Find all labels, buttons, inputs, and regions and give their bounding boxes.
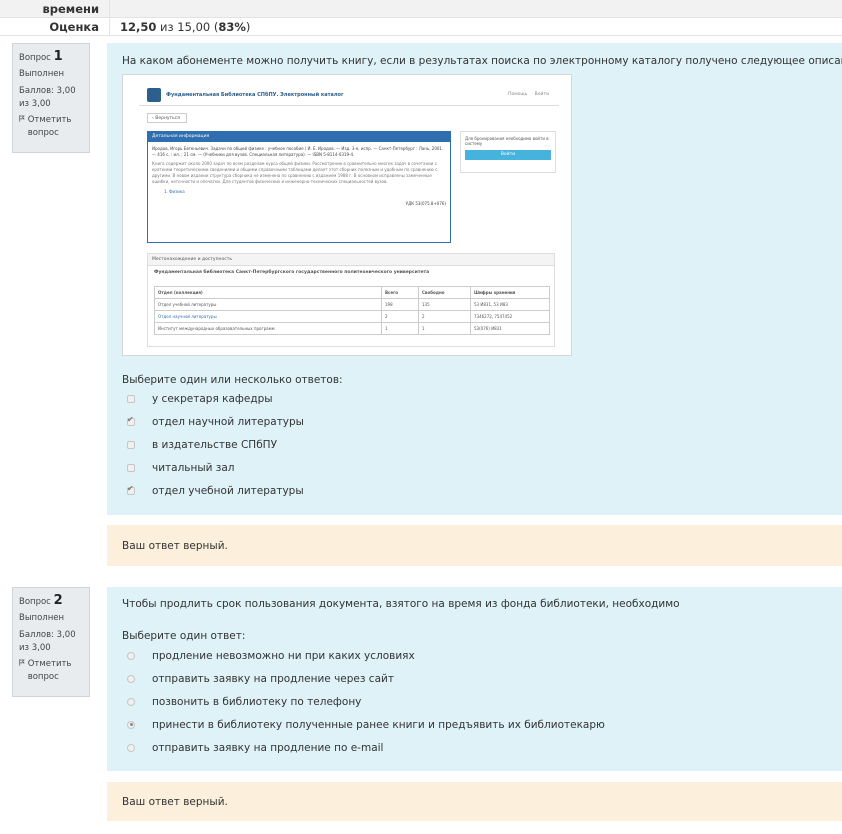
summary-row-grade: Оценка 12,50 из 15,00 (83%) — [0, 18, 842, 36]
catalog-login-box: Для бронирования необходимо войти в сист… — [460, 131, 556, 173]
radio[interactable] — [127, 720, 135, 729]
answer-options: продление невозможно ни при каких услови… — [122, 645, 605, 759]
library-logo-icon — [147, 88, 161, 102]
option-label: отправить заявку на продление через сайт — [152, 673, 394, 686]
catalog-record: Иродов, Игорь Евгеньевич. Задачи по обще… — [152, 146, 444, 157]
catalog-holdings-table: Отдел (коллекция) Всего Свободно Шифры х… — [154, 286, 550, 335]
question-label: Вопрос — [19, 597, 51, 607]
catalog-back-button: ‹ Вернуться — [147, 113, 187, 123]
checkbox[interactable] — [127, 440, 135, 449]
summary-grade-label: Оценка — [0, 18, 110, 35]
answer-prompt: Выберите один ответ: — [122, 630, 246, 642]
checkbox[interactable] — [127, 484, 135, 495]
option-label: в издательстве СПбПУ — [152, 438, 277, 451]
catalog-annotation: Книга содержит около 2000 задач по всем … — [152, 161, 438, 184]
answer-option[interactable]: отправить заявку на продление по e-mail — [122, 736, 605, 759]
attempt-summary: времени Оценка 12,50 из 15,00 (83%) — [0, 0, 842, 36]
option-label: продление невозможно ни при каких услови… — [152, 650, 415, 663]
option-label: принести в библиотеку полученные ранее к… — [152, 718, 605, 731]
answer-option[interactable]: отправить заявку на продление через сайт — [122, 668, 605, 691]
catalog-location-panel: Местонахождение и доступность Фундамента… — [147, 253, 555, 347]
question-1-info: Вопрос 1 Выполнен Баллов: 3,00 из 3,00 О… — [12, 43, 90, 153]
table-header: Свободно — [418, 286, 471, 299]
question-state: Выполнен — [19, 613, 65, 623]
question-2-info: Вопрос 2 Выполнен Баллов: 3,00 из 3,00 О… — [12, 587, 90, 697]
catalog-login-button: Войти — [465, 150, 551, 160]
option-label: у секретаря кафедры — [152, 393, 273, 406]
answer-option[interactable]: позвонить в библиотеку по телефону — [122, 691, 605, 714]
question-number: 1 — [53, 49, 63, 64]
table-row: Отдел научной литературы 2 2 7346272, 75474… — [154, 310, 550, 323]
question-2-feedback: Ваш ответ верный. — [107, 782, 842, 821]
checkbox[interactable] — [127, 463, 135, 472]
flag-question-button[interactable]: Отметить вопрос — [19, 114, 83, 140]
question-text: На каком абонементе можно получить книгу… — [122, 55, 842, 67]
answer-option[interactable]: читальный зал — [122, 456, 304, 479]
summary-grade-value: 12,50 из 15,00 (83%) — [120, 19, 251, 34]
question-number: 2 — [53, 593, 63, 608]
answer-prompt: Выберите один или несколько ответов: — [122, 374, 343, 386]
question-state: Выполнен — [19, 69, 65, 79]
question-text: Чтобы продлить срок пользования документ… — [122, 598, 680, 610]
catalog-location-header: Местонахождение и доступность — [148, 254, 554, 266]
summary-time-label: времени — [0, 0, 110, 17]
answer-option[interactable]: отдел учебной литературы — [122, 479, 304, 502]
question-1-feedback: Ваш ответ верный. — [107, 525, 842, 566]
answer-option[interactable]: принести в библиотеку полученные ранее к… — [122, 713, 605, 736]
question-2-content: Чтобы продлить срок пользования документ… — [107, 587, 842, 771]
answer-option[interactable]: отдел научной литературы — [122, 411, 304, 434]
radio[interactable] — [127, 697, 135, 706]
radio[interactable] — [127, 652, 135, 661]
checkbox[interactable] — [127, 415, 135, 427]
catalog-location-org: Фундаментальная библиотека Санкт-Петербу… — [154, 270, 430, 275]
radio[interactable] — [127, 743, 135, 752]
flag-icon — [19, 115, 25, 122]
table-header: Отдел (коллекция) — [154, 286, 382, 299]
option-label: отправить заявку на продление по e-mail — [152, 741, 384, 754]
catalog-udc: УДК 53(075.8+076) — [405, 201, 446, 206]
table-header: Шифры хранения — [470, 286, 550, 299]
catalog-header: Фундаментальная Библиотека СПбПУ. Электр… — [139, 85, 559, 106]
option-label: отдел научной литературы — [152, 416, 304, 429]
answer-option[interactable]: продление невозможно ни при каких услови… — [122, 645, 605, 668]
summary-row-time: времени — [0, 0, 842, 18]
catalog-panel-header: Детальная информация — [148, 132, 450, 142]
option-label: читальный зал — [152, 461, 235, 474]
radio[interactable] — [127, 675, 135, 684]
flag-label: Отметить вопрос — [27, 659, 72, 682]
flag-label: Отметить вопрос — [27, 115, 72, 138]
catalog-screenshot-image: Фундаментальная Библиотека СПбПУ. Электр… — [122, 74, 572, 356]
question-label: Вопрос — [19, 53, 51, 63]
catalog-links: Помощь Войти — [508, 92, 549, 97]
catalog-title: Фундаментальная Библиотека СПбПУ. Электр… — [166, 92, 344, 98]
answer-option[interactable]: у секретаря кафедры — [122, 388, 304, 411]
catalog-subject: 1. Физика — [164, 189, 185, 194]
catalog-detail-panel: Детальная информация Иродов, Игорь Евген… — [147, 131, 451, 243]
option-label: отдел учебной литературы — [152, 484, 304, 497]
flag-question-button[interactable]: Отметить вопрос — [19, 658, 83, 684]
checkbox[interactable] — [127, 395, 135, 404]
table-header: Всего — [381, 286, 419, 299]
question-marks: Баллов: 3,00 из 3,00 — [19, 630, 76, 653]
table-row: Институт международных образовательных п… — [154, 322, 550, 335]
flag-icon — [19, 659, 25, 666]
option-label: позвонить в библиотеку по телефону — [152, 695, 362, 708]
question-marks: Баллов: 3,00 из 3,00 — [19, 86, 76, 109]
catalog-side-text: Для бронирования необходимо войти в сист… — [465, 136, 549, 146]
answer-options: у секретаря кафедры отдел научной литера… — [122, 388, 304, 502]
answer-option[interactable]: в издательстве СПбПУ — [122, 434, 304, 457]
table-row: Отдел учебной литературы 198 135 53 И831, 5… — [154, 298, 550, 311]
